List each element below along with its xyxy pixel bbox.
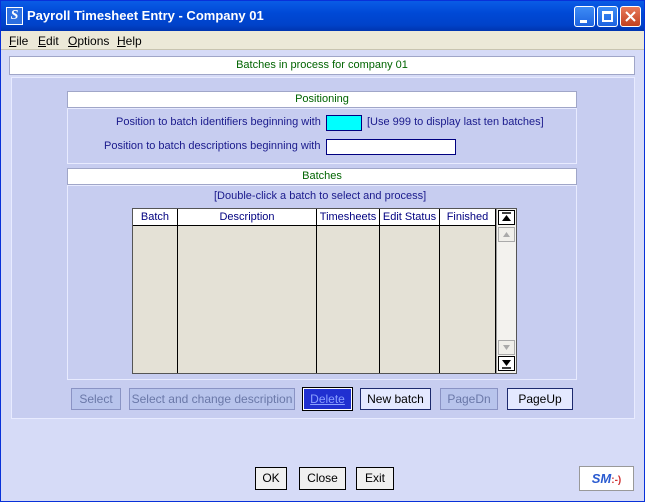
batch-desc-label: Position to batch descriptions beginning… [104, 140, 321, 152]
batch-id-input[interactable] [326, 115, 362, 131]
menu-file[interactable]: File [9, 34, 28, 48]
minimize-button[interactable] [574, 6, 595, 27]
menu-bar: File Edit Options Help [1, 31, 644, 50]
scroll-top-button[interactable] [498, 210, 515, 225]
sm-logo[interactable]: SM:-) [579, 466, 634, 491]
page-down-button[interactable]: PageDn [440, 388, 498, 410]
edit-status-column-body [380, 226, 440, 373]
scroll-top-icon [502, 212, 511, 221]
scroll-bottom-button[interactable] [498, 356, 515, 371]
menu-options[interactable]: Options [68, 34, 109, 48]
page-header: Batches in process for company 01 [9, 56, 635, 75]
delete-button[interactable]: Delete [302, 387, 353, 411]
new-batch-button[interactable]: New batch [360, 388, 431, 410]
minimize-icon [580, 20, 587, 23]
scroll-bottom-icon [502, 360, 511, 369]
batches-title: Batches [67, 168, 577, 185]
chevron-down-icon [503, 345, 510, 350]
exit-button[interactable]: Exit [356, 467, 394, 490]
column-timesheets[interactable]: Timesheets [317, 209, 380, 226]
table-scrollbar[interactable] [496, 209, 516, 373]
select-button[interactable]: Select [71, 388, 121, 410]
close-icon [625, 11, 636, 22]
finished-column-body [440, 226, 496, 373]
scroll-up-button[interactable] [498, 227, 515, 242]
page-up-button[interactable]: PageUp [507, 388, 573, 410]
batch-id-hint: [Use 999 to display last ten batches] [367, 116, 544, 128]
batch-id-label: Position to batch identifiers beginning … [116, 116, 321, 128]
smiley-icon: :-) [611, 475, 622, 486]
batch-desc-input[interactable] [326, 139, 456, 155]
title-bar[interactable]: S Payroll Timesheet Entry - Company 01 [1, 1, 644, 31]
select-change-description-button[interactable]: Select and change description [129, 388, 295, 410]
maximize-button[interactable] [597, 6, 618, 27]
maximize-icon [602, 11, 613, 22]
column-description[interactable]: Description [178, 209, 317, 226]
app-window: S Payroll Timesheet Entry - Company 01 F… [0, 0, 645, 502]
app-icon[interactable]: S [6, 7, 23, 25]
scroll-down-button[interactable] [498, 340, 515, 355]
close-button[interactable]: Close [299, 467, 346, 490]
sm-logo-text: SM [591, 471, 612, 486]
description-column-body [178, 226, 317, 373]
batch-column-body [133, 226, 178, 373]
column-batch[interactable]: Batch [133, 209, 178, 226]
column-edit-status[interactable]: Edit Status [380, 209, 440, 226]
column-finished[interactable]: Finished [440, 209, 496, 226]
timesheets-column-body [317, 226, 380, 373]
positioning-title: Positioning [67, 91, 577, 108]
menu-edit[interactable]: Edit [38, 34, 59, 48]
batches-table[interactable]: Batch Description Timesheets Edit Status… [132, 208, 517, 374]
menu-help[interactable]: Help [117, 34, 142, 48]
window-title: Payroll Timesheet Entry - Company 01 [27, 8, 264, 23]
batches-hint: [Double-click a batch to select and proc… [214, 190, 427, 202]
close-window-button[interactable] [620, 6, 641, 27]
ok-button[interactable]: OK [255, 467, 287, 490]
chevron-up-icon [503, 232, 510, 237]
